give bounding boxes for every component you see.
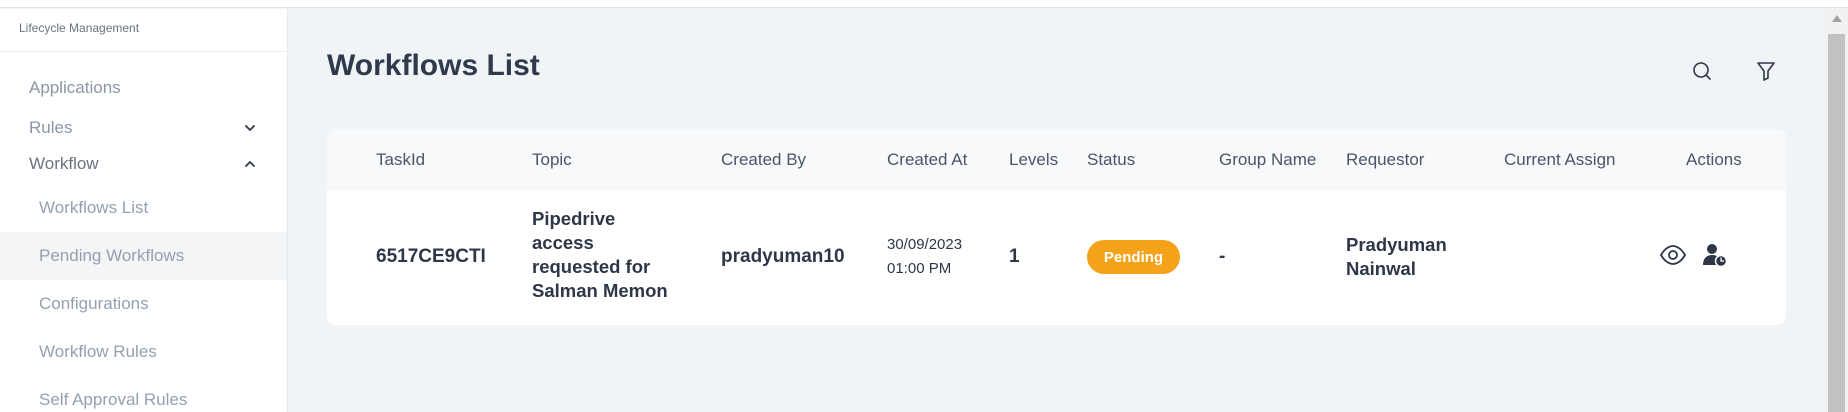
column-header-created-at: Created At xyxy=(887,150,968,169)
main-content: Workflows List TaskId Topic Created By C… xyxy=(288,9,1825,412)
topic-line: requested for xyxy=(532,256,651,277)
created-date: 30/09/2023 xyxy=(887,236,963,253)
chevron-up-icon[interactable] xyxy=(241,155,259,173)
sidebar-item-workflow[interactable]: Workflow xyxy=(0,144,287,184)
topic-line: Pipedrive xyxy=(532,208,616,229)
eye-icon[interactable] xyxy=(1657,239,1689,271)
top-bar xyxy=(0,0,1848,8)
user-assign-icon[interactable] xyxy=(1699,239,1731,271)
workflows-table: TaskId Topic Created By Created At Level… xyxy=(327,129,1786,325)
group-name: - xyxy=(1219,246,1226,267)
column-header-current-assign: Current Assign xyxy=(1504,150,1616,169)
page-title: Workflows List xyxy=(327,49,540,82)
scrollbar-thumb[interactable] xyxy=(1828,34,1845,412)
sidebar-item-label: Self Approval Rules xyxy=(39,390,188,409)
created-at-cell: 30/09/2023 01:00 PM xyxy=(887,233,962,281)
sidebar-item-applications[interactable]: Applications xyxy=(0,65,287,111)
sidebar: Lifecycle Management Applications Rules … xyxy=(0,9,288,412)
topic-line: access xyxy=(532,232,594,253)
status-badge: Pending xyxy=(1087,240,1180,274)
created-by: pradyuman10 xyxy=(721,246,845,267)
column-header-taskid: TaskId xyxy=(376,150,426,169)
topic-cell: Pipedrive access requested for Salman Me… xyxy=(532,207,668,303)
requestor-cell: Pradyuman Nainwal xyxy=(1346,233,1447,281)
topic-line: Salman Memon xyxy=(532,280,668,301)
column-header-requestor: Requestor xyxy=(1346,150,1425,169)
requestor-line: Nainwal xyxy=(1346,258,1416,279)
column-header-created-by: Created By xyxy=(721,150,807,169)
sidebar-header: Lifecycle Management xyxy=(0,9,287,52)
sidebar-item-self-approval-rules[interactable]: Self Approval Rules xyxy=(0,376,287,412)
scroll-up-arrow-icon[interactable] xyxy=(1832,15,1842,22)
column-header-topic: Topic xyxy=(532,150,572,169)
sidebar-item-label: Pending Workflows xyxy=(39,246,185,265)
sidebar-item-rules[interactable]: Rules xyxy=(0,111,287,144)
sidebar-item-workflows-list[interactable]: Workflows List xyxy=(0,184,287,232)
sidebar-item-workflow-rules[interactable]: Workflow Rules xyxy=(0,328,287,376)
column-header-levels: Levels xyxy=(1009,150,1059,169)
vertical-scrollbar[interactable] xyxy=(1825,9,1848,412)
sidebar-item-configurations[interactable]: Configurations xyxy=(0,280,287,328)
column-header-status: Status xyxy=(1087,150,1136,169)
sidebar-item-label: Rules xyxy=(29,117,73,137)
sidebar-item-label: Workflow xyxy=(29,154,99,173)
table-header: TaskId Topic Created By Created At Level… xyxy=(327,129,1786,191)
task-id: 6517CE9CTI xyxy=(376,246,486,267)
sidebar-item-label: Workflows List xyxy=(39,198,149,217)
sidebar-item-label: Workflow Rules xyxy=(39,342,157,361)
sidebar-item-label: Applications xyxy=(29,78,121,97)
column-header-actions: Actions xyxy=(1686,150,1742,169)
column-header-group-name: Group Name xyxy=(1219,150,1317,169)
sidebar-item-label: Configurations xyxy=(39,294,149,313)
table-row: 6517CE9CTI Pipedrive access requested fo… xyxy=(327,191,1786,325)
created-time: 01:00 PM xyxy=(887,260,952,277)
requestor-line: Pradyuman xyxy=(1346,234,1447,255)
search-icon[interactable] xyxy=(1689,58,1715,84)
filter-icon[interactable] xyxy=(1753,58,1779,84)
levels-value: 1 xyxy=(1009,246,1020,267)
chevron-down-icon[interactable] xyxy=(241,119,259,137)
sidebar-item-pending-workflows[interactable]: Pending Workflows xyxy=(0,232,287,280)
